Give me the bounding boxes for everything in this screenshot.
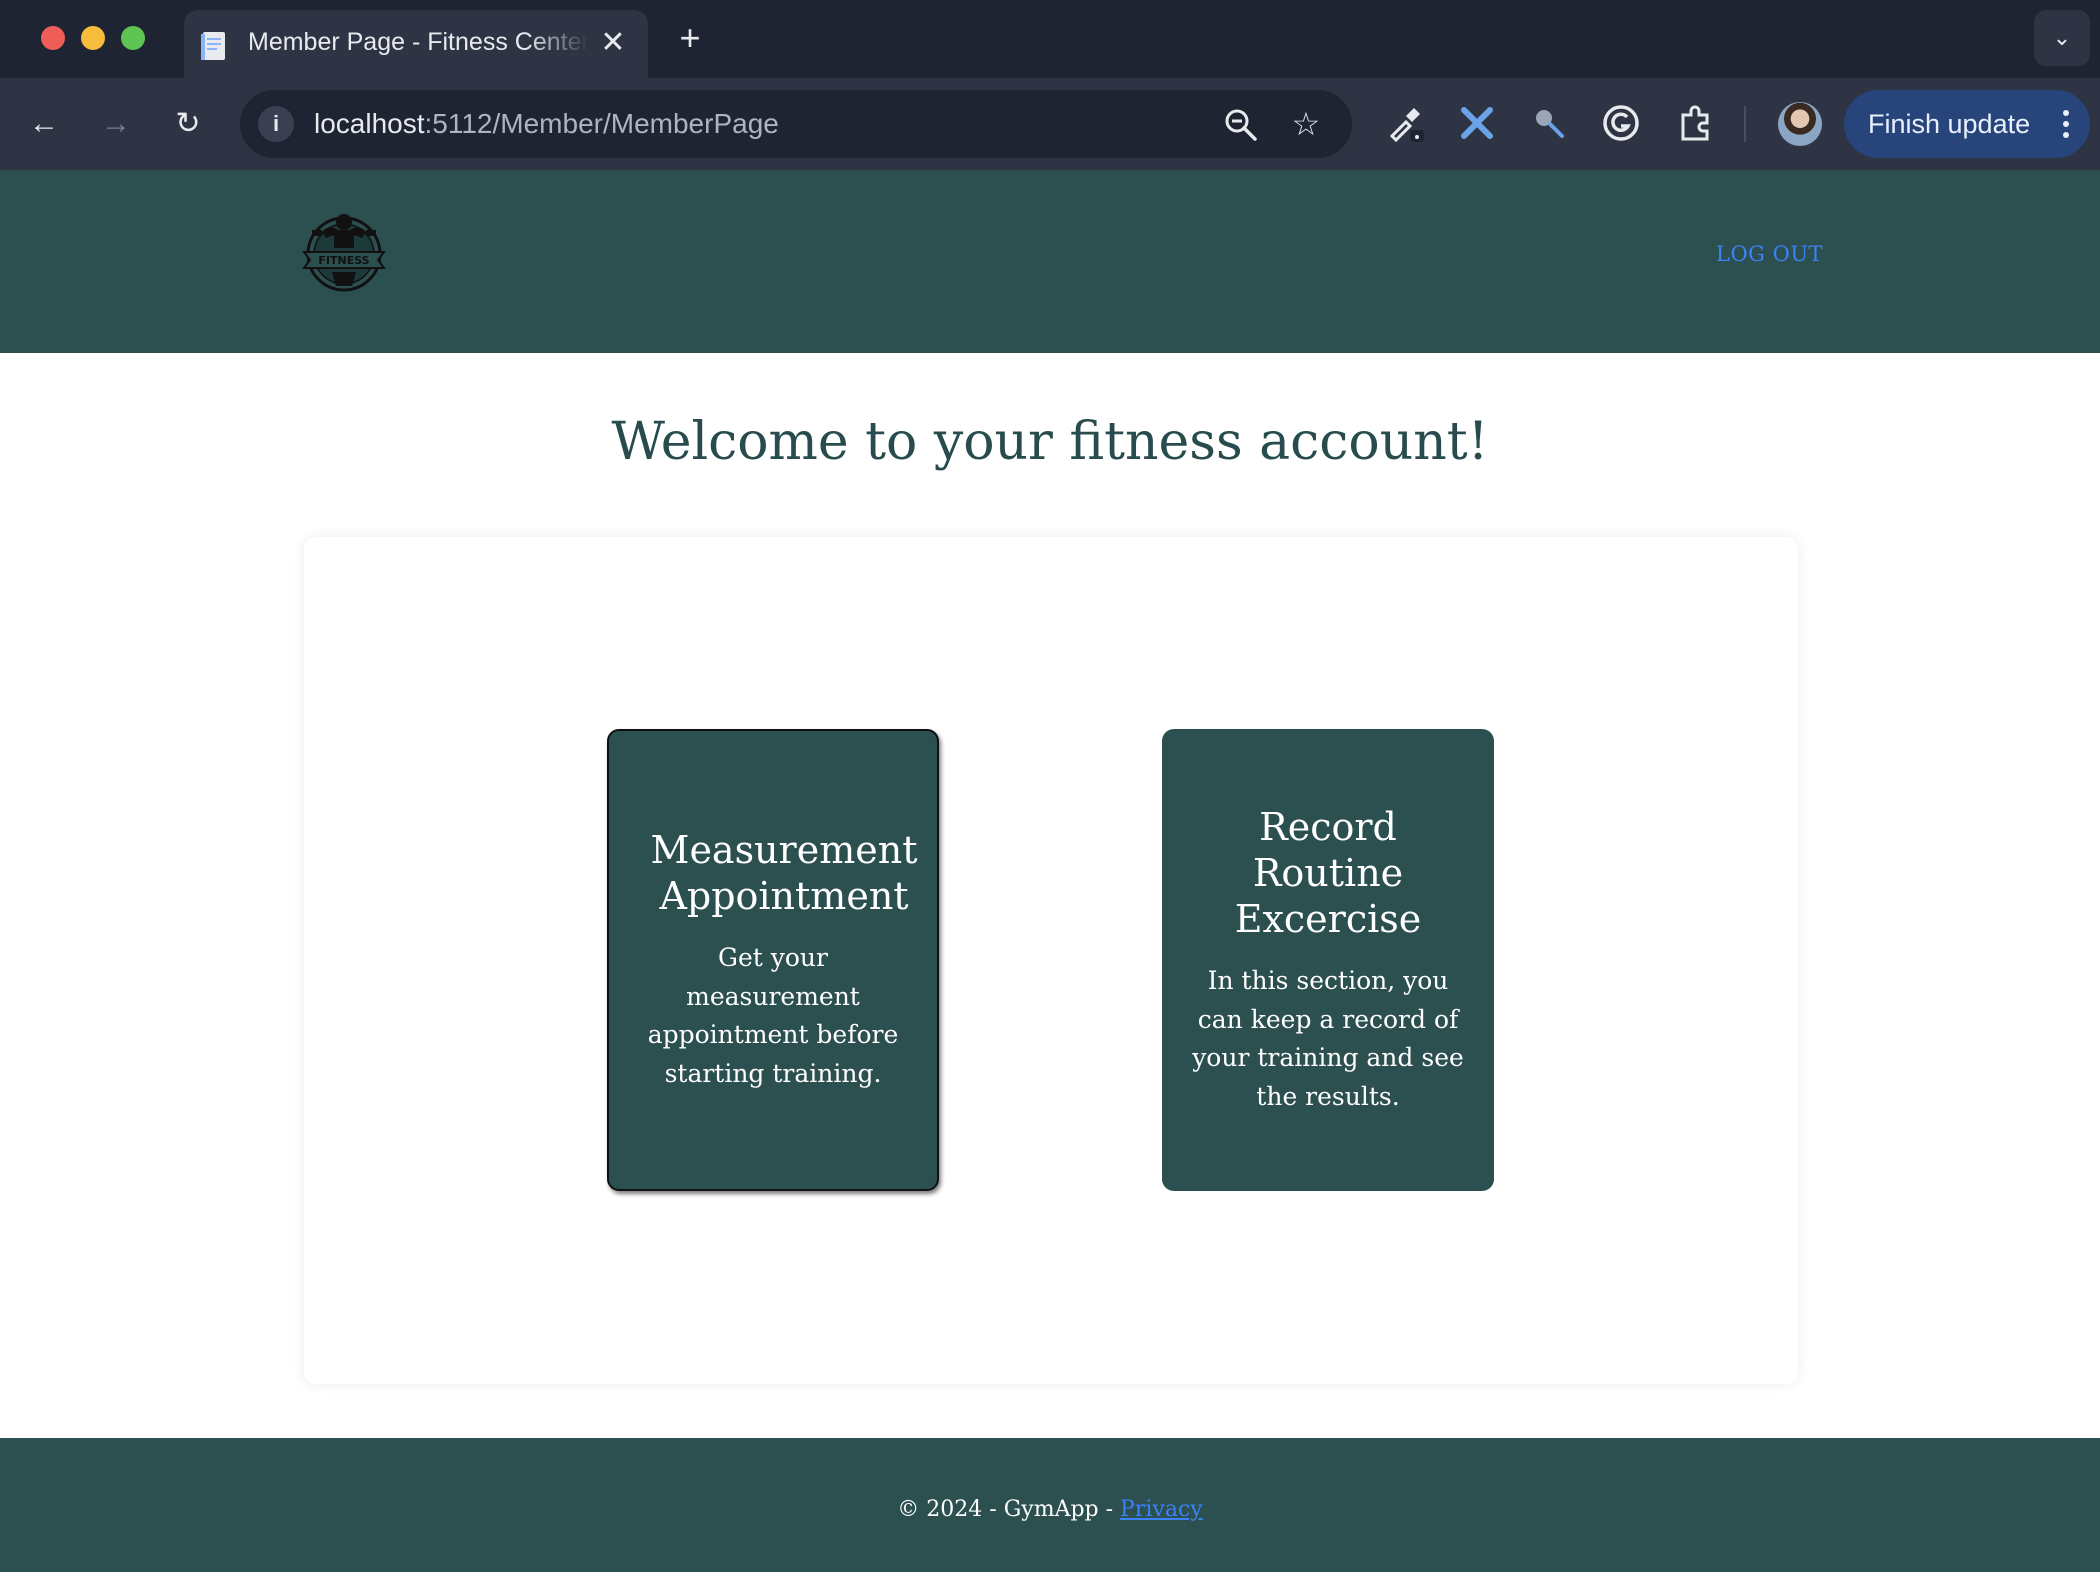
page-favicon-icon — [201, 32, 225, 60]
content-panel — [304, 537, 1798, 1384]
bookmark-star-icon[interactable]: ☆ — [1286, 104, 1326, 144]
more-vert-icon[interactable] — [2056, 104, 2076, 144]
fitness-logo[interactable]: FITNESS — [298, 208, 390, 298]
browser-tab-active[interactable]: Member Page - Fitness Center ✕ — [184, 10, 648, 78]
url-text[interactable]: localhost:5112/Member/MemberPage — [314, 104, 779, 144]
footer-text: © 2024 - GymApp - Privacy — [0, 1494, 2100, 1526]
tab-close-icon[interactable]: ✕ — [596, 26, 630, 60]
finish-update-button[interactable]: Finish update — [1844, 90, 2090, 158]
puzzle-extensions-icon[interactable] — [1674, 102, 1716, 144]
minimize-window-button[interactable] — [81, 26, 105, 50]
logout-link[interactable]: LOG OUT — [1716, 238, 1823, 270]
address-bar[interactable]: i localhost:5112/Member/MemberPage ☆ — [240, 90, 1352, 158]
card-title: Record Routine Excercise — [1234, 805, 1422, 941]
url-host: localhost — [314, 108, 425, 139]
profile-avatar[interactable] — [1778, 102, 1822, 146]
finish-update-label: Finish update — [1868, 109, 2031, 139]
site-header: FITNESS LOG OUT — [0, 170, 2100, 353]
card-description: In this section, you can keep a record o… — [1192, 966, 1464, 1111]
logo-text: FITNESS — [318, 254, 369, 267]
url-path: :5112/Member/MemberPage — [424, 108, 779, 139]
zoom-icon[interactable] — [1222, 106, 1260, 144]
close-window-button[interactable] — [41, 26, 65, 50]
site-info-icon[interactable]: i — [258, 106, 294, 142]
site-footer: © 2024 - GymApp - Privacy — [0, 1438, 2100, 1572]
eyedropper-extension-icon[interactable] — [1384, 102, 1426, 144]
record-routine-card[interactable]: Record Routine Excercise In this section… — [1162, 729, 1494, 1191]
copyright-text: © 2024 - GymApp - — [897, 1497, 1121, 1522]
tab-search-chevron-icon[interactable]: ⌄ — [2034, 10, 2090, 66]
browser-toolbar: ← → ↻ i localhost:5112/Member/MemberPage… — [0, 78, 2100, 170]
page-title: Welcome to your fitness account! — [611, 412, 1489, 472]
card-title: Measurement Appointment — [650, 828, 918, 918]
grammarly-extension-icon[interactable] — [1600, 102, 1642, 144]
measurement-appointment-card[interactable]: Measurement Appointment Get your measure… — [607, 729, 939, 1191]
back-arrow-icon[interactable]: ← — [20, 100, 68, 148]
maximize-window-button[interactable] — [121, 26, 145, 50]
tools-extension-icon[interactable] — [1456, 102, 1498, 144]
privacy-link[interactable]: Privacy — [1120, 1497, 1203, 1522]
tab-title: Member Page - Fitness Center — [248, 28, 588, 56]
web-page: FITNESS LOG OUT Welcome to your fitness … — [0, 170, 2100, 1572]
toolbar-divider — [1744, 106, 1746, 142]
forward-arrow-icon[interactable]: → — [92, 100, 140, 148]
browser-tab-strip: Member Page - Fitness Center ✕ + ⌄ — [0, 0, 2100, 78]
card-description: Get your measurement appointment before … — [647, 943, 899, 1088]
search-extension-icon[interactable] — [1528, 102, 1570, 144]
new-tab-plus-icon[interactable]: + — [670, 18, 710, 58]
reload-icon[interactable]: ↻ — [164, 100, 212, 148]
